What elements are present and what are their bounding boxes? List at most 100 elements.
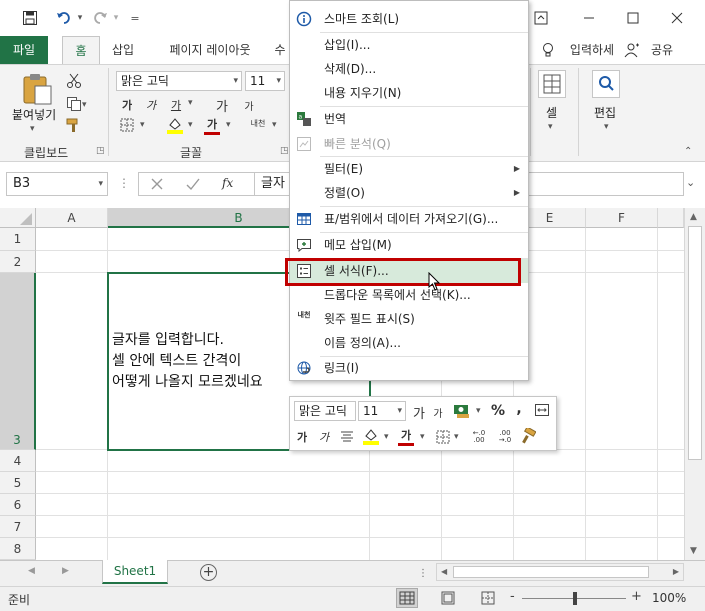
expand-formula-bar-icon[interactable]: ⌄ xyxy=(686,176,695,189)
mini-comma-button[interactable]: , xyxy=(514,401,524,417)
row-header-4[interactable]: 4 xyxy=(0,450,36,472)
tab-page-layout[interactable]: 페이지 레이아웃 xyxy=(160,36,260,64)
row-header-5[interactable]: 5 xyxy=(0,472,36,494)
menu-item-delete[interactable]: 삭제(D)... xyxy=(290,57,528,81)
tab-formulas[interactable]: 수식 xyxy=(270,36,290,64)
mini-percent-button[interactable]: % xyxy=(490,403,506,419)
insert-function-icon[interactable]: fx xyxy=(222,176,233,190)
qat-customize-button[interactable]: = xyxy=(128,6,142,30)
scroll-thumb[interactable] xyxy=(688,226,702,460)
paste-dropdown-icon[interactable]: ▾ xyxy=(30,124,35,134)
save-icon[interactable] xyxy=(18,6,42,30)
copy-icon[interactable] xyxy=(66,96,82,112)
mini-fill-color-icon[interactable] xyxy=(362,427,380,445)
format-painter-icon[interactable] xyxy=(66,117,82,133)
maximize-icon[interactable] xyxy=(622,6,644,30)
menu-item-clear-contents[interactable]: 내용 지우기(N) xyxy=(290,81,528,105)
phonetic-button[interactable]: 내천 xyxy=(248,118,268,129)
cells-dropdown-icon[interactable]: ▾ xyxy=(548,122,553,132)
enter-formula-icon[interactable] xyxy=(186,177,200,191)
shrink-font-button[interactable]: 가 xyxy=(242,98,256,113)
column-header-a[interactable]: A xyxy=(36,208,108,228)
scroll-left-icon[interactable]: ◀ xyxy=(441,567,447,576)
font-color-dropdown-icon[interactable]: ▾ xyxy=(226,120,231,130)
menu-item-insert[interactable]: 삽입(I)... xyxy=(290,33,528,57)
zoom-out-button[interactable]: - xyxy=(510,589,515,604)
mini-grow-font-button[interactable]: 가 xyxy=(412,403,426,422)
row-header-2[interactable]: 2 xyxy=(0,251,36,273)
copy-dropdown-icon[interactable]: ▾ xyxy=(82,100,87,110)
grow-font-button[interactable]: 가 xyxy=(214,96,230,115)
menu-item-link[interactable]: 링크(I) xyxy=(290,356,528,380)
column-header-f[interactable]: F xyxy=(586,208,658,228)
mini-align-center-icon[interactable] xyxy=(340,430,354,444)
font-name-box[interactable]: 맑은 고딕 ▾ xyxy=(116,71,242,91)
menu-item-sort[interactable]: 정렬(O) ▶ xyxy=(290,181,528,205)
name-box[interactable]: B3 ▾ xyxy=(6,172,108,196)
mini-borders-dropdown-icon[interactable]: ▾ xyxy=(454,432,459,442)
font-color-button[interactable]: 가 xyxy=(204,116,220,135)
paste-icon[interactable] xyxy=(20,72,54,106)
clipboard-launcher-icon[interactable]: ◳ xyxy=(96,146,105,156)
editing-dropdown-icon[interactable]: ▾ xyxy=(604,122,609,132)
mini-font-name-box[interactable]: 맑은 고딕 xyxy=(294,401,356,421)
scroll-down-icon[interactable]: ▼ xyxy=(690,546,697,556)
select-all-button[interactable] xyxy=(0,208,36,228)
tell-me-box[interactable]: 입력하세 xyxy=(566,36,618,64)
column-header-g[interactable] xyxy=(658,208,684,228)
mini-accounting-dropdown-icon[interactable]: ▾ xyxy=(476,406,481,416)
mini-accounting-format-icon[interactable] xyxy=(452,402,472,420)
editing-label[interactable]: 편집 xyxy=(594,104,616,121)
normal-view-icon[interactable] xyxy=(396,588,418,608)
sheet-tab-sheet1[interactable]: Sheet1 xyxy=(102,560,168,584)
mini-increase-decimal-button[interactable]: ←.0 .00 xyxy=(468,430,490,444)
menu-item-get-data-from-table[interactable]: 표/범위에서 데이터 가져오기(G)... xyxy=(290,207,528,231)
paste-label[interactable]: 붙여넣기 xyxy=(12,106,56,123)
menu-item-insert-comment[interactable]: 메모 삽입(M) xyxy=(290,233,528,257)
cells-icon[interactable] xyxy=(538,70,566,98)
menu-item-translate[interactable]: a 번역 xyxy=(290,107,528,131)
hscroll-thumb[interactable] xyxy=(453,566,649,578)
mini-merge-center-icon[interactable] xyxy=(534,402,550,418)
share-button[interactable]: 공유 xyxy=(642,36,682,64)
lightbulb-icon[interactable] xyxy=(540,42,556,58)
row-header-6[interactable]: 6 xyxy=(0,494,36,516)
mini-shrink-font-button[interactable]: 가 xyxy=(432,405,444,420)
ribbon-display-options-icon[interactable] xyxy=(530,6,552,30)
menu-item-show-phonetic[interactable]: 내천 윗주 필드 표시(S) xyxy=(290,307,528,331)
zoom-slider-thumb[interactable] xyxy=(573,592,577,605)
redo-icon[interactable] xyxy=(88,6,112,30)
font-size-box[interactable]: 11 ▾ xyxy=(245,71,285,91)
menu-item-define-name[interactable]: 이름 정의(A)... xyxy=(290,331,528,355)
underline-button[interactable]: 가 xyxy=(168,97,184,113)
cancel-formula-icon[interactable] xyxy=(150,177,164,191)
menu-item-smart-lookup[interactable]: 스마트 조회(L) xyxy=(290,7,528,31)
scroll-right-icon[interactable]: ▶ xyxy=(673,567,679,576)
add-sheet-button[interactable]: + xyxy=(200,564,217,581)
zoom-level[interactable]: 100% xyxy=(652,591,686,605)
horizontal-scrollbar[interactable]: ◀ ▶ xyxy=(436,563,684,581)
mini-fill-dropdown-icon[interactable]: ▾ xyxy=(384,432,389,442)
redo-dropdown-icon[interactable]: ▾ xyxy=(110,6,122,30)
tab-home[interactable]: 홈 xyxy=(62,36,100,65)
mini-borders-icon[interactable] xyxy=(436,430,450,444)
fill-color-icon[interactable] xyxy=(166,116,184,134)
close-icon[interactable] xyxy=(666,6,688,30)
underline-dropdown-icon[interactable]: ▾ xyxy=(188,98,193,108)
mini-italic-button[interactable]: 가 xyxy=(318,429,330,445)
cut-icon[interactable] xyxy=(66,73,82,89)
fill-color-dropdown-icon[interactable]: ▾ xyxy=(188,120,193,130)
sheet-next-icon[interactable]: ▶ xyxy=(62,566,69,576)
mini-decrease-decimal-button[interactable]: .00 →.0 xyxy=(494,430,516,444)
menu-item-pick-from-dropdown[interactable]: 드롭다운 목록에서 선택(K)... xyxy=(290,283,528,307)
mini-font-color-button[interactable]: 가 xyxy=(398,427,414,446)
menu-item-filter[interactable]: 필터(E) ▶ xyxy=(290,157,528,181)
mini-font-size-box[interactable]: 11 ▾ xyxy=(358,401,406,421)
editing-search-icon[interactable] xyxy=(592,70,620,98)
row-header-7[interactable]: 7 xyxy=(0,516,36,538)
undo-dropdown-icon[interactable]: ▾ xyxy=(74,6,86,30)
mini-bold-button[interactable]: 가 xyxy=(296,429,308,445)
cells-label[interactable]: 셀 xyxy=(546,104,557,121)
menu-item-quick-analysis[interactable]: 빠른 분석(Q) xyxy=(290,132,528,156)
share-person-icon[interactable] xyxy=(624,42,640,58)
